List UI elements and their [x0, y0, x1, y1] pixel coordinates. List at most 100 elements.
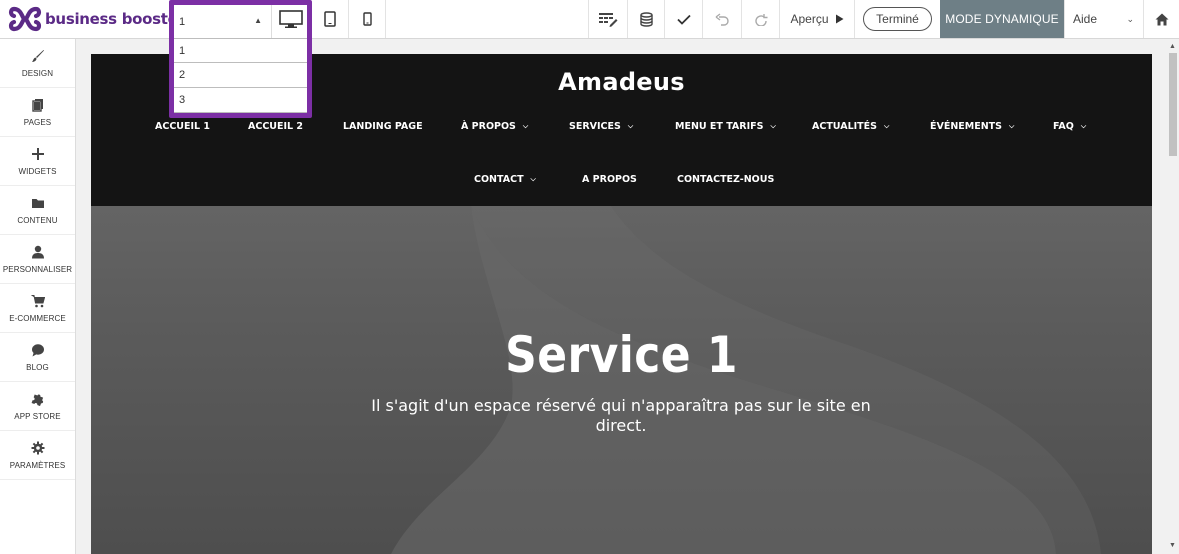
gear-icon [31, 441, 44, 454]
nav-label: ACTUALITÉS [812, 121, 877, 132]
logo[interactable]: business booster [8, 3, 185, 35]
nav-item-accueil-1[interactable]: ACCUEIL 1 [155, 121, 210, 132]
brush-icon [31, 49, 44, 62]
nav-label: MENU ET TARIFS [675, 121, 764, 132]
page-option-2[interactable]: 2 [174, 63, 307, 88]
nav-label: SERVICES [569, 121, 621, 132]
undo-button[interactable] [702, 0, 741, 38]
tablet-icon [323, 11, 336, 27]
undo-icon [715, 12, 729, 26]
help-label: Aide [1073, 12, 1098, 26]
sidebar-label: APP STORE [14, 411, 61, 421]
database-icon [639, 11, 653, 27]
nav-item-contact[interactable]: CONTACT ⌵ [474, 174, 536, 185]
sidebar-item-app-store[interactable]: APP STORE [0, 382, 75, 431]
sidebar-label: WIDGETS [18, 166, 57, 176]
chevron-down-icon: ⌵ [883, 122, 890, 130]
nav-item-landing-page[interactable]: LANDING PAGE [343, 121, 423, 132]
top-toolbar: business booster 1 ▲ 1 2 3 Aperçu Termin… [0, 0, 1179, 118]
chevron-down-icon: ⌄ [1126, 14, 1134, 24]
sidebar-item-ecommerce[interactable]: E-COMMERCE [0, 284, 75, 333]
left-sidebar: DESIGN PAGES WIDGETS CONTENU PERSONNALIS… [0, 39, 76, 554]
validate-button[interactable] [664, 0, 702, 38]
table-edit-button[interactable] [588, 0, 627, 38]
chat-icon [31, 343, 44, 356]
sidebar-item-design[interactable]: DESIGN [0, 39, 75, 88]
help-menu[interactable]: Aide ⌄ [1064, 0, 1143, 38]
page-select-dropdown: 1 2 3 [174, 38, 307, 113]
database-button[interactable] [627, 0, 664, 38]
editor-app: business booster 1 ▲ 1 2 3 Aperçu Termin… [0, 0, 1179, 554]
nav-item-menu-et-tarifs[interactable]: MENU ET TARIFS ⌵ [675, 121, 776, 132]
redo-button[interactable] [741, 0, 779, 38]
pages-icon [31, 98, 43, 112]
checkmark-icon [676, 14, 691, 25]
nav-item-faq[interactable]: FAQ ⌵ [1053, 121, 1086, 132]
sidebar-label: DESIGN [21, 68, 54, 78]
plus-icon [31, 147, 44, 160]
vertical-scrollbar[interactable]: ▲ ▼ [1167, 39, 1179, 554]
page-select-value: 1 [179, 15, 186, 28]
preview-label: Aperçu [790, 12, 829, 26]
mobile-view-button[interactable] [348, 0, 386, 38]
nav-label: LANDING PAGE [343, 121, 423, 132]
tablet-view-button[interactable] [310, 0, 348, 38]
caret-up-icon: ▲ [254, 16, 262, 25]
scroll-up-arrow-icon[interactable]: ▲ [1169, 43, 1176, 50]
nav-item-a-propos[interactable]: À PROPOS ⌵ [461, 121, 528, 132]
nav-label: ACCUEIL 2 [248, 121, 304, 132]
sidebar-item-pages[interactable]: PAGES [0, 88, 75, 137]
home-icon [1155, 13, 1168, 25]
logo-icon [8, 6, 42, 32]
hero-section[interactable]: Service 1 Il s'agit d'un espace réservé … [91, 206, 1152, 554]
done-button[interactable]: Terminé [863, 7, 932, 31]
mobile-icon [362, 12, 372, 26]
play-icon [835, 14, 844, 24]
nav-item-contactez-nous[interactable]: CONTACTEZ-NOUS [677, 174, 774, 185]
nav-item-evenements[interactable]: ÉVÉNEMENTS ⌵ [930, 121, 1014, 132]
sidebar-item-personnaliser[interactable]: PERSONNALISER [0, 235, 75, 284]
dynamic-mode-button[interactable]: MODE DYNAMIQUE [940, 0, 1064, 38]
chevron-down-icon: ⌵ [522, 122, 529, 130]
hero-title[interactable]: Service 1 [155, 326, 1089, 384]
sidebar-label: PARAMÈTRES [9, 460, 66, 470]
redo-icon [754, 13, 767, 26]
nav-item-accueil-2[interactable]: ACCUEIL 2 [248, 121, 303, 132]
nav-label: FAQ [1053, 121, 1074, 132]
preview-button[interactable]: Aperçu [779, 0, 854, 38]
editor-canvas: Amadeus ACCUEIL 1 ACCUEIL 2 LANDING PAGE… [76, 39, 1167, 554]
nav-item-services[interactable]: SERVICES ⌵ [569, 121, 633, 132]
sidebar-label: CONTENU [17, 215, 58, 225]
page-option-1[interactable]: 1 [174, 38, 307, 63]
chevron-down-icon: ⌵ [530, 175, 536, 183]
chevron-down-icon: ⌵ [627, 122, 634, 130]
chevron-down-icon: ⌵ [1009, 122, 1015, 130]
scroll-thumb[interactable] [1169, 53, 1177, 156]
page-option-3[interactable]: 3 [174, 88, 307, 113]
folder-icon [31, 198, 44, 208]
site-preview[interactable]: Amadeus ACCUEIL 1 ACCUEIL 2 LANDING PAGE… [91, 54, 1152, 554]
sidebar-item-contenu[interactable]: CONTENU [0, 186, 75, 235]
home-button[interactable] [1143, 0, 1179, 38]
nav-label: À PROPOS [461, 121, 516, 132]
page-select[interactable]: 1 ▲ [174, 5, 270, 38]
sidebar-label: PAGES [23, 117, 52, 127]
puzzle-icon [31, 394, 43, 406]
sidebar-item-blog[interactable]: BLOG [0, 333, 75, 382]
hero-text[interactable]: Il s'agit d'un espace réservé qui n'appa… [371, 396, 871, 436]
nav-item-a-propos-2[interactable]: A PROPOS [582, 174, 637, 185]
sidebar-item-widgets[interactable]: WIDGETS [0, 137, 75, 186]
nav-label: A PROPOS [582, 174, 637, 185]
desktop-view-button[interactable] [271, 0, 310, 38]
sidebar-item-parametres[interactable]: PARAMÈTRES [0, 431, 75, 480]
nav-label: CONTACTEZ-NOUS [677, 174, 775, 185]
chevron-down-icon: ⌵ [1080, 122, 1087, 130]
chevron-down-icon: ⌵ [770, 122, 776, 130]
scroll-down-arrow-icon[interactable]: ▼ [1169, 542, 1176, 549]
nav-label: CONTACT [474, 174, 524, 185]
done-button-wrapper: Terminé [854, 0, 940, 38]
user-icon [31, 245, 44, 258]
nav-label: ÉVÉNEMENTS [930, 121, 1002, 132]
nav-item-actualites[interactable]: ACTUALITÉS ⌵ [812, 121, 889, 132]
desktop-icon [279, 10, 303, 28]
